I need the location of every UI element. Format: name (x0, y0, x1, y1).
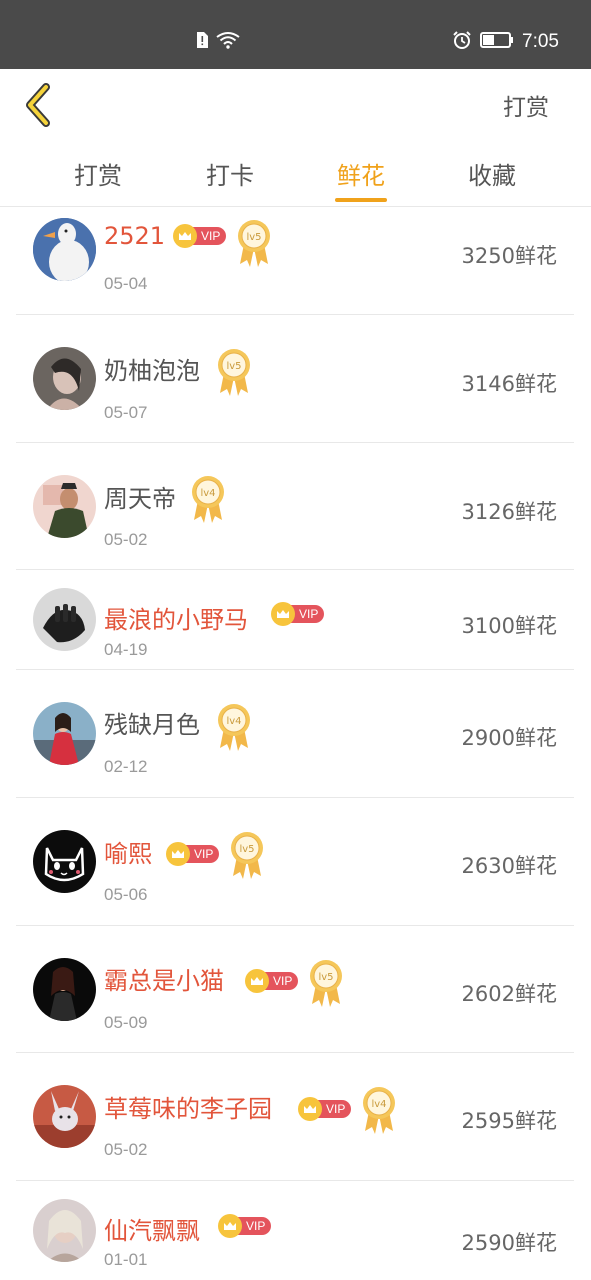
crown-icon (166, 842, 190, 866)
svg-text:lv4: lv4 (371, 1099, 386, 1110)
tab-checkin[interactable]: 打卡 (190, 156, 270, 191)
reward-date: 05-09 (104, 1013, 148, 1032)
crown-icon (298, 1097, 322, 1121)
list-item[interactable]: 最浪的小野马 VIP 04-19 3100鲜花 (0, 570, 591, 670)
crown-icon (245, 969, 269, 993)
avatar (33, 702, 96, 765)
reward-date: 05-06 (104, 885, 148, 904)
chevron-left-icon (26, 83, 50, 127)
list-item[interactable]: 喻熙 VIP lv5 05-06 2630鲜花 (0, 798, 591, 926)
vip-badge: VIP (271, 602, 325, 626)
level-medal-icon: lv4 (216, 702, 252, 752)
avatar (33, 830, 96, 893)
alarm-icon (452, 30, 472, 54)
vip-badge: VIP (166, 842, 220, 866)
reward-date: 05-02 (104, 530, 148, 549)
flower-amount: 3250鲜花 (461, 244, 557, 268)
svg-text:lv5: lv5 (318, 972, 333, 983)
sim-alert-icon (195, 31, 209, 53)
nav-bar: 打赏 (0, 69, 591, 139)
clock-time: 7:05 (522, 31, 559, 52)
svg-text:lv5: lv5 (246, 232, 261, 243)
list-item[interactable]: 仙汽飘飘 VIP 01-01 2590鲜花 (0, 1181, 591, 1280)
flower-amount: 2602鲜花 (461, 982, 557, 1006)
avatar (33, 218, 96, 281)
reward-action-button[interactable]: 打赏 (503, 88, 549, 122)
status-icons-right: 7:05 (452, 30, 559, 54)
reward-date: 02-12 (104, 757, 148, 776)
crown-icon (173, 224, 197, 248)
svg-text:lv5: lv5 (239, 844, 254, 855)
vip-badge: VIP (173, 224, 227, 248)
flower-amount: 2630鲜花 (461, 854, 557, 878)
tab-flowers[interactable]: 鲜花 (321, 156, 401, 191)
user-name: 霸总是小猫 (104, 967, 224, 995)
level-medal-icon: lv4 (361, 1085, 397, 1135)
active-tab-indicator (335, 198, 387, 202)
list-item[interactable]: 霸总是小猫 VIP lv5 05-09 2602鲜花 (0, 926, 591, 1053)
vip-badge: VIP (218, 1214, 272, 1238)
svg-text:lv4: lv4 (226, 716, 241, 727)
user-name: 2521 (104, 222, 166, 250)
flower-amount: 3146鲜花 (461, 372, 557, 396)
vip-badge: VIP (245, 969, 299, 993)
tab-reward[interactable]: 打赏 (58, 156, 138, 191)
avatar (33, 588, 96, 651)
reward-date: 05-07 (104, 403, 148, 422)
reward-date: 05-04 (104, 274, 148, 293)
back-button[interactable] (20, 83, 60, 127)
reward-date: 05-02 (104, 1140, 148, 1159)
user-name: 残缺月色 (104, 711, 200, 739)
list-item[interactable]: 残缺月色 lv4 02-12 2900鲜花 (0, 670, 591, 798)
tab-favorites[interactable]: 收藏 (452, 156, 532, 191)
list-item[interactable]: 2521 VIP lv5 05-04 3250鲜花 (0, 208, 591, 315)
user-name: 周天帝 (104, 485, 176, 513)
avatar (33, 1085, 96, 1148)
user-name: 草莓味的李子园 (104, 1095, 272, 1123)
crown-icon (218, 1214, 242, 1238)
svg-text:lv5: lv5 (226, 361, 241, 372)
list-item[interactable]: 周天帝 lv4 05-02 3126鲜花 (0, 443, 591, 570)
user-name: 最浪的小野马 (104, 606, 248, 634)
crown-icon (271, 602, 295, 626)
list-item[interactable]: 草莓味的李子园 VIP lv4 05-02 2595鲜花 (0, 1053, 591, 1181)
reward-date: 04-19 (104, 640, 148, 659)
flower-amount: 2595鲜花 (461, 1109, 557, 1133)
avatar (33, 958, 96, 1021)
level-medal-icon: lv5 (236, 218, 272, 268)
user-name: 仙汽飘飘 (104, 1217, 200, 1245)
avatar (33, 1199, 96, 1262)
status-icons-center (195, 31, 241, 53)
user-name: 喻熙 (104, 840, 152, 868)
flower-amount: 3100鲜花 (461, 614, 557, 638)
level-medal-icon: lv5 (229, 830, 265, 880)
svg-text:lv4: lv4 (200, 488, 215, 499)
list-item[interactable]: 奶柚泡泡 lv5 05-07 3146鲜花 (0, 315, 591, 443)
flower-amount: 2900鲜花 (461, 726, 557, 750)
level-medal-icon: lv5 (216, 347, 252, 397)
level-medal-icon: lv4 (190, 474, 226, 524)
level-medal-icon: lv5 (308, 958, 344, 1008)
battery-icon (480, 31, 514, 53)
flower-amount: 2590鲜花 (461, 1231, 557, 1255)
user-name: 奶柚泡泡 (104, 357, 200, 385)
tab-bar: 打赏 打卡 鲜花 收藏 (0, 139, 591, 207)
avatar (33, 347, 96, 410)
reward-date: 01-01 (104, 1250, 148, 1269)
wifi-icon (215, 31, 241, 53)
status-bar: 7:05 (0, 0, 591, 69)
avatar (33, 475, 96, 538)
vip-badge: VIP (298, 1097, 352, 1121)
flower-amount: 3126鲜花 (461, 500, 557, 524)
